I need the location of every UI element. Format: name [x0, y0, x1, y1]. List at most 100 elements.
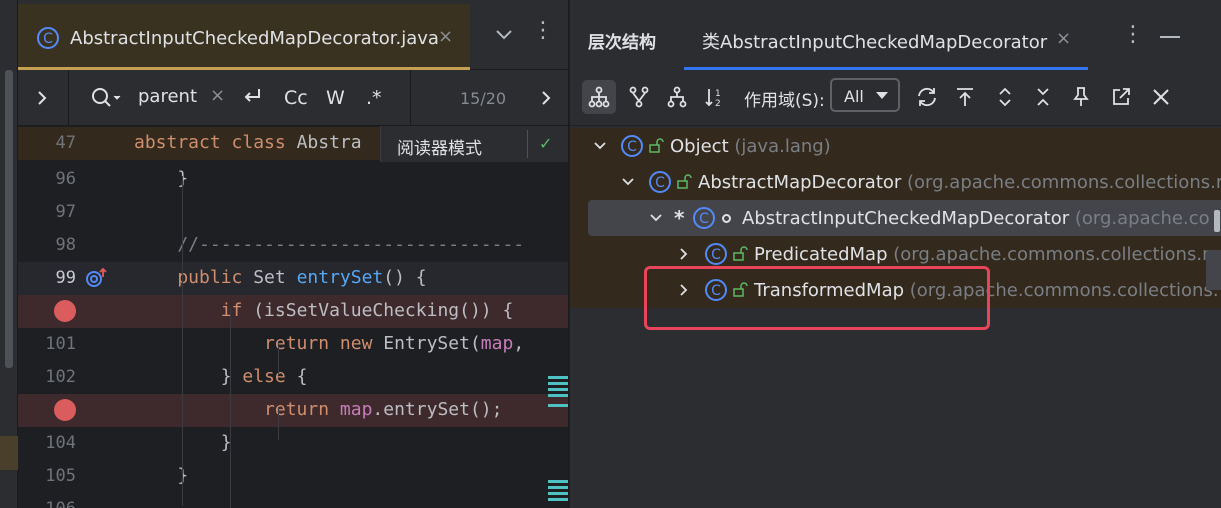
chevron-down-icon	[876, 92, 888, 99]
tree-node-label: PredicatedMap (org.apache.commons.collec…	[754, 244, 1220, 265]
hierarchy-tab[interactable]: 类AbstractInputCheckedMapDecorator ×	[684, 6, 1088, 70]
class-hierarchy-icon[interactable]	[660, 80, 694, 114]
next-match-icon[interactable]	[536, 86, 556, 110]
override-icon[interactable]	[84, 267, 108, 294]
match-case-toggle[interactable]: Cc	[284, 87, 308, 109]
scroll-to-source-icon[interactable]	[948, 80, 982, 114]
code-line[interactable]: 106	[18, 493, 569, 508]
tree-node-abstract-input-checked-map-decorator[interactable]: * C AbstractInputCheckedMapDecorator (org.…	[588, 200, 1221, 236]
code-token: map	[480, 333, 514, 354]
minimap-marker	[548, 480, 569, 483]
line-number[interactable]: 106	[18, 499, 76, 508]
package-name: (org.apache.co	[1074, 208, 1210, 229]
chevron-down-icon[interactable]	[592, 138, 608, 154]
chevron-down-icon[interactable]	[620, 174, 636, 190]
search-input[interactable]: parent	[138, 86, 197, 107]
line-number[interactable]: 97	[18, 202, 76, 222]
editor-tab-file[interactable]: C AbstractInputCheckedMapDecorator.java …	[18, 4, 470, 70]
expand-all-icon[interactable]	[988, 80, 1022, 114]
badge-separator	[527, 130, 528, 158]
clear-search-icon[interactable]: ×	[210, 85, 225, 106]
class-name: AbstractMapDecorator	[698, 172, 908, 193]
code-text: //------------------------------	[134, 234, 524, 255]
pin-icon[interactable]	[1064, 80, 1098, 114]
package-name: (org.apache.commons.collections.m	[907, 172, 1221, 193]
left-scrollbar[interactable]	[5, 70, 13, 368]
code-token: }	[134, 465, 189, 486]
indent-guide	[230, 308, 231, 508]
breakpoint-icon[interactable]	[54, 399, 76, 421]
tree-node-abstract-map-decorator[interactable]: C AbstractMapDecorator (org.apache.common…	[570, 164, 1221, 200]
annotation-highlight-box	[644, 266, 990, 330]
code-token: abstract	[134, 132, 232, 153]
find-bar: parent × Cc W .* 15/20	[18, 70, 569, 126]
close-icon[interactable]: ×	[1056, 28, 1071, 49]
code-text: public Set entrySet() {	[134, 267, 426, 288]
code-area[interactable]: 47 abstract class Abstra 96 } 97 98 //------…	[18, 126, 569, 508]
collapse-all-icon[interactable]	[1026, 80, 1060, 114]
class-icon: C	[692, 206, 716, 235]
scope-label: 作用域(S):	[744, 91, 825, 111]
indent-guide	[278, 341, 279, 374]
minimize-icon[interactable]	[1160, 36, 1180, 38]
search-icon[interactable]	[90, 86, 124, 115]
code-line[interactable]: 104 }	[18, 427, 569, 460]
editor-divider[interactable]	[568, 0, 569, 508]
open-in-window-icon[interactable]	[1104, 80, 1138, 114]
minimap-marker	[548, 404, 569, 407]
refresh-icon[interactable]	[910, 80, 944, 114]
match-count: 15/20	[460, 89, 507, 108]
more-options-icon[interactable]: ⋮	[1122, 24, 1144, 46]
sort-alphabetically-icon[interactable]: 12	[698, 80, 732, 114]
svg-text:1: 1	[715, 89, 721, 99]
whole-words-toggle[interactable]: W	[326, 87, 345, 109]
code-editor[interactable]: C AbstractInputCheckedMapDecorator.java …	[0, 0, 569, 508]
code-line[interactable]: 102 } else {	[18, 361, 569, 394]
line-number[interactable]: 104	[18, 433, 76, 453]
code-text: }	[134, 465, 188, 486]
edge-tab[interactable]	[1206, 250, 1221, 290]
line-number[interactable]: 96	[18, 169, 76, 189]
code-line[interactable]: 98 //------------------------------	[18, 229, 569, 262]
line-number[interactable]: 99	[18, 268, 76, 288]
class-icon: C	[36, 26, 60, 55]
code-line[interactable]: 105 }	[18, 460, 569, 493]
code-token: class	[231, 132, 297, 153]
code-line[interactable]: if (isSetValueChecking()) {	[18, 295, 569, 328]
chevron-down-icon[interactable]	[492, 22, 516, 46]
line-number[interactable]: 105	[18, 466, 76, 486]
tree-node-object[interactable]: C Object (java.lang)	[570, 128, 1221, 164]
code-text: if (isSetValueChecking()) {	[134, 300, 514, 321]
chevron-right-icon[interactable]	[32, 86, 52, 110]
breakpoint-icon[interactable]	[54, 300, 76, 322]
editor-tab-label: AbstractInputCheckedMapDecorator.java	[70, 28, 439, 49]
line-number[interactable]: 98	[18, 235, 76, 255]
code-line[interactable]: 99 public Set entrySet() {	[18, 262, 569, 295]
minimap-marker	[548, 382, 569, 385]
reader-mode-badge[interactable]: 阅读器模式 ✓	[380, 126, 569, 162]
scope-dropdown[interactable]: All	[830, 78, 900, 112]
tree-node-label: AbstractMapDecorator (org.apache.commons…	[698, 172, 1221, 193]
package-name: (java.lang)	[734, 136, 831, 157]
line-number[interactable]: 47	[18, 133, 76, 153]
line-number[interactable]: 101	[18, 334, 76, 354]
close-icon[interactable]: ×	[438, 26, 453, 47]
minimap-marker	[548, 498, 569, 501]
new-line-icon[interactable]	[240, 84, 264, 113]
right-edge-strip	[1206, 200, 1221, 300]
code-token: EntrySet(	[383, 333, 481, 354]
supertypes-hierarchy-icon[interactable]	[622, 80, 656, 114]
chevron-down-icon[interactable]	[648, 210, 664, 226]
code-text: abstract class Abstra	[134, 132, 362, 153]
code-line[interactable]: 101 return new EntrySet(map,	[18, 328, 569, 361]
code-line[interactable]: 96 }	[18, 163, 569, 196]
code-line[interactable]: 97	[18, 196, 569, 229]
regex-toggle[interactable]: .*	[366, 87, 382, 109]
subtypes-hierarchy-icon[interactable]	[582, 80, 616, 114]
code-text: }	[134, 168, 188, 189]
more-options-icon[interactable]: ⋮	[532, 20, 554, 42]
line-number[interactable]: 102	[18, 367, 76, 387]
close-icon[interactable]	[1144, 80, 1178, 114]
code-line[interactable]: return map.entrySet();	[18, 394, 569, 427]
chevron-right-icon[interactable]	[676, 246, 692, 262]
